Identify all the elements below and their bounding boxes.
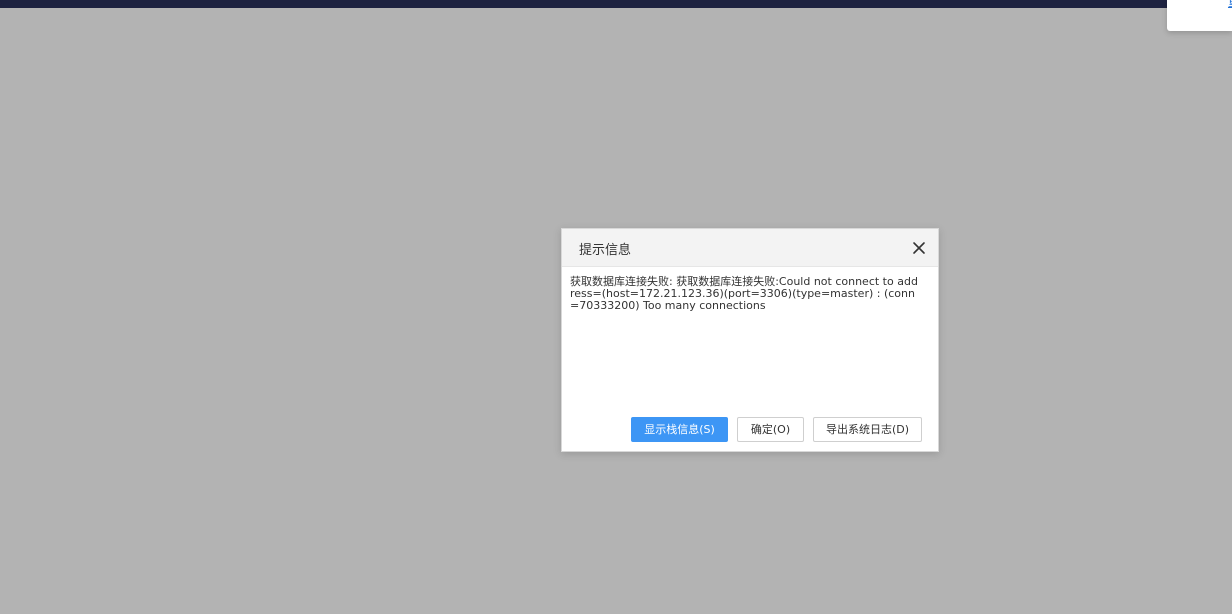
close-icon[interactable] — [912, 240, 926, 254]
show-stack-button[interactable]: 显示栈信息(S) — [631, 417, 728, 442]
dialog-header: 提示信息 — [562, 229, 938, 267]
corner-popup: 重 — [1167, 0, 1232, 31]
dialog-title: 提示信息 — [579, 243, 632, 258]
export-log-button[interactable]: 导出系统日志(D) — [813, 417, 922, 442]
popup-link[interactable]: 重 — [1228, 0, 1232, 10]
dialog-message: 获取数据库连接失败: 获取数据库连接失败:Could not connect t… — [570, 275, 918, 312]
top-navigation-bar — [0, 0, 1232, 8]
message-dialog: 提示信息 获取数据库连接失败: 获取数据库连接失败:Could not conn… — [561, 228, 939, 452]
ok-button[interactable]: 确定(O) — [737, 417, 804, 442]
